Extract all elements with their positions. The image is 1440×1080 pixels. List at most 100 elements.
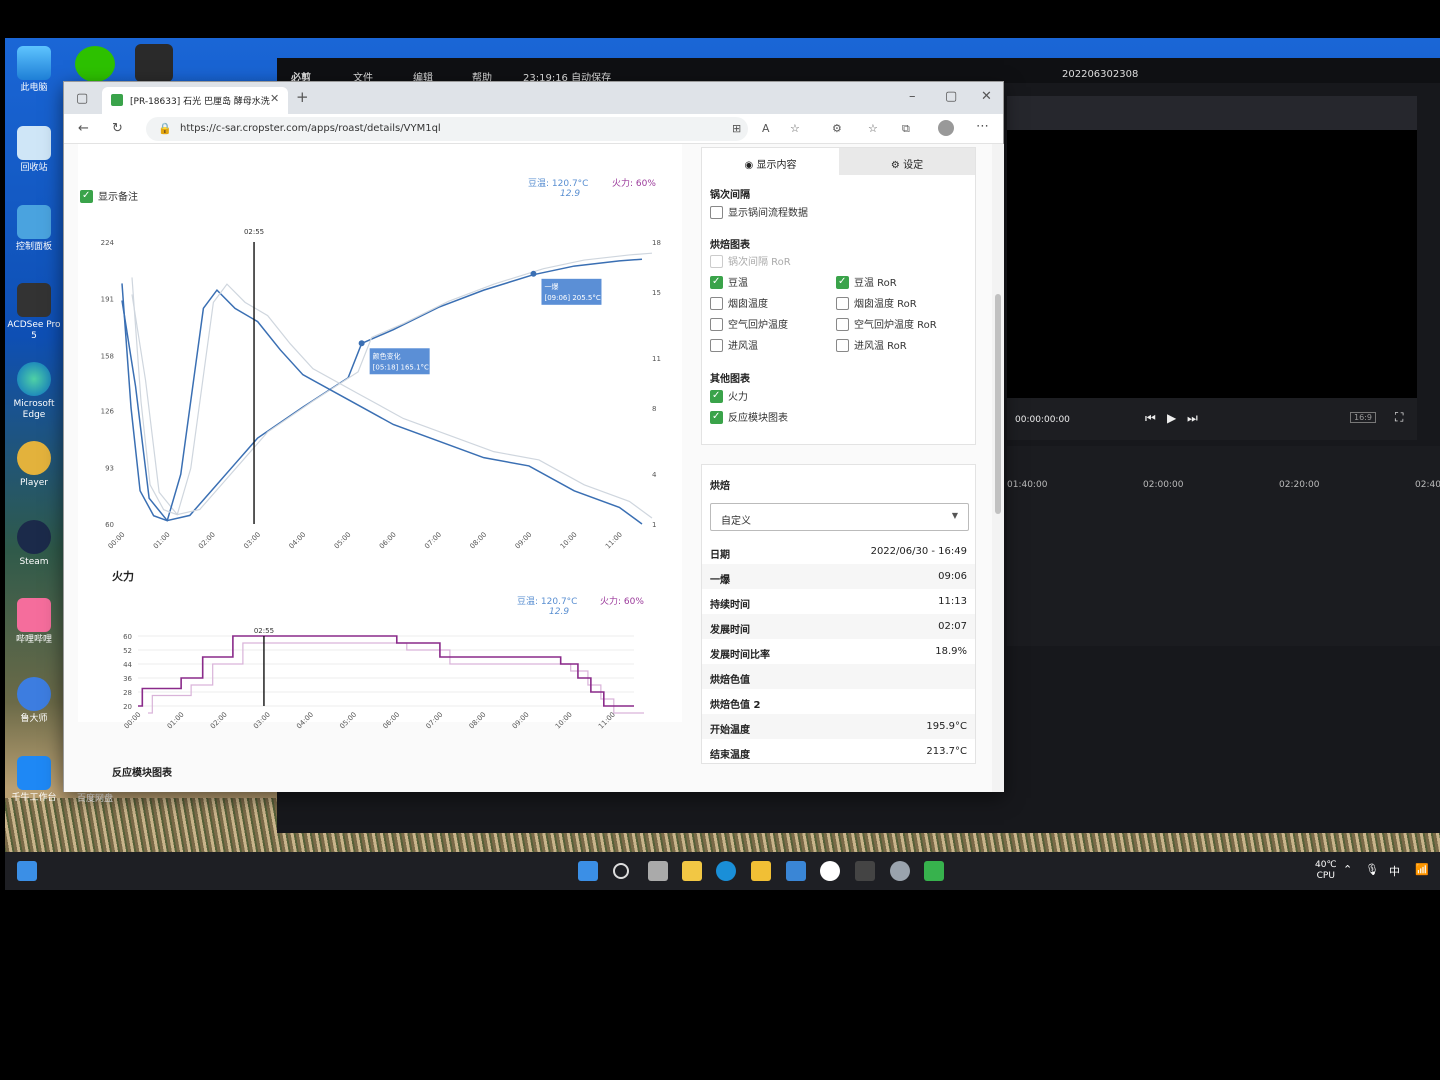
- checkbox[interactable]: [710, 318, 723, 331]
- scrollbar-thumb[interactable]: [995, 294, 1001, 514]
- favorites-icon[interactable]: ☆: [868, 122, 878, 136]
- profile-select[interactable]: 自定义 ▼: [710, 503, 969, 531]
- desktop-icon-steam[interactable]: Steam: [5, 520, 63, 568]
- fire-checkbox[interactable]: 火力: [710, 388, 748, 403]
- desktop-icon-baidu-label[interactable]: 百度网盘: [65, 794, 125, 805]
- chevron-up-icon[interactable]: ⌃: [1343, 863, 1352, 876]
- microphone-icon[interactable]: 🎙: [1365, 863, 1379, 876]
- roast-option-checkbox[interactable]: 进风温 RoR: [836, 337, 907, 352]
- desktop-icon-control-panel[interactable]: 控制面板: [5, 205, 63, 253]
- roast-option-checkbox[interactable]: 烟囱温度 RoR: [836, 295, 917, 310]
- read-aloud-icon[interactable]: A: [762, 122, 770, 136]
- batch-show-checkbox[interactable]: 显示锅间流程数据: [710, 204, 808, 219]
- desktop-icon-bilibili[interactable]: 哔哩哔哩: [5, 598, 63, 646]
- prev-frame-icon[interactable]: ⏮: [1145, 411, 1156, 426]
- profile-avatar[interactable]: [938, 120, 954, 136]
- x-tick-label: 03:00: [252, 711, 272, 731]
- y2-tick-label: 1: [652, 521, 656, 529]
- editor-playback-controls: 00:00:00:00 ⏮ ▶ ⏭ 16:9 ⛶: [1007, 398, 1417, 440]
- bijian-app-icon[interactable]: [135, 44, 173, 82]
- search-icon[interactable]: [613, 863, 629, 879]
- close-window-icon[interactable]: ✕: [981, 90, 992, 104]
- new-tab-icon[interactable]: +: [296, 90, 309, 105]
- tab-display[interactable]: ◉ 显示内容: [702, 148, 839, 175]
- more-menu-icon[interactable]: ⋯: [976, 120, 989, 134]
- roast-option-checkbox[interactable]: 空气回炉温度: [710, 316, 788, 331]
- checkbox-checked[interactable]: [710, 276, 723, 289]
- checkbox-checked[interactable]: [836, 276, 849, 289]
- roast-option-checkbox[interactable]: 进风温: [710, 337, 758, 352]
- checkbox[interactable]: [836, 318, 849, 331]
- roast-info-row: 烘焙色值 2: [702, 689, 975, 714]
- cropster-taskbar-icon[interactable]: [924, 861, 944, 881]
- close-tab-icon[interactable]: ✕: [270, 92, 279, 106]
- roast-info-key: 一爆: [710, 575, 730, 586]
- task-view-icon[interactable]: [648, 861, 668, 881]
- roast-info-value: 02:07: [938, 621, 967, 632]
- reaction-checkbox[interactable]: 反应模块图表: [710, 409, 788, 424]
- favorite-add-icon[interactable]: ☆: [790, 122, 800, 136]
- windows-start-icon[interactable]: [17, 861, 37, 881]
- checkbox[interactable]: [710, 297, 723, 310]
- checkbox-label: 空气回炉温度 RoR: [854, 320, 937, 331]
- roast-option-checkbox[interactable]: 豆温: [710, 274, 748, 289]
- checkbox[interactable]: [836, 297, 849, 310]
- url-input[interactable]: 🔒 https://c-sar.cropster.com/apps/roast/…: [146, 117, 748, 141]
- store-icon[interactable]: [682, 861, 702, 881]
- checkbox[interactable]: [710, 339, 723, 352]
- show-notes-checkbox[interactable]: 显示备注: [80, 188, 138, 203]
- desktop-icon-qianniu[interactable]: 千牛工作台: [5, 756, 63, 804]
- roast-curve-chart[interactable]: 224 191 158 126 93 60 18 15 11 8 4 1 00:00 01:00 02:00…: [78, 224, 678, 564]
- annotation-point: [530, 270, 537, 277]
- checkbox[interactable]: [836, 339, 849, 352]
- checkbox-label: 空气回炉温度: [728, 320, 788, 331]
- roast-option-checkbox[interactable]: 空气回炉温度 RoR: [836, 316, 937, 331]
- checkbox-checked[interactable]: [710, 411, 723, 424]
- checkbox[interactable]: [710, 255, 723, 268]
- desktop-icon-this-pc[interactable]: 此电脑: [5, 46, 63, 94]
- settings-gear-icon[interactable]: [890, 861, 910, 881]
- cursor-label: 02:55: [254, 627, 274, 635]
- refresh-icon[interactable]: ↻: [112, 122, 123, 136]
- x-tick-label: 09:00: [514, 531, 534, 551]
- page-scrollbar[interactable]: [992, 144, 1004, 792]
- checkbox-checked[interactable]: [80, 190, 93, 203]
- roast-info-key: 持续时间: [710, 600, 750, 611]
- editor-preview: [1007, 130, 1417, 398]
- collections-icon[interactable]: ⧉: [902, 122, 910, 136]
- music-icon[interactable]: [820, 861, 840, 881]
- play-icon[interactable]: ▶: [1167, 411, 1176, 425]
- app-icon[interactable]: ⊞: [732, 122, 741, 136]
- desktop-icon-edge[interactable]: Microsoft Edge: [5, 362, 63, 421]
- fullscreen-icon[interactable]: ⛶: [1395, 410, 1403, 425]
- wifi-icon[interactable]: 📶: [1415, 863, 1429, 876]
- checkbox-checked[interactable]: [710, 390, 723, 403]
- ror-value: 12.9: [560, 189, 581, 199]
- desktop-icon-acdsee[interactable]: ACDSee Pro 5: [5, 283, 63, 342]
- desktop-icon-player[interactable]: Player: [5, 441, 63, 489]
- extensions-icon[interactable]: ⚙: [832, 122, 842, 136]
- fire-label: 火力:: [600, 597, 622, 607]
- folder-icon[interactable]: [751, 861, 771, 881]
- fire-chart[interactable]: 60 52 44 36 28 2000:00 01:00 02:00 03:00 04:00 05:…: [78, 624, 678, 754]
- minimize-icon[interactable]: –: [909, 90, 916, 104]
- roast-option-checkbox[interactable]: 烟囱温度: [710, 295, 768, 310]
- back-icon[interactable]: ←: [78, 122, 89, 136]
- lock-icon[interactable]: 🔒: [158, 122, 172, 136]
- maximize-icon[interactable]: ▢: [945, 90, 957, 104]
- roast-option-checkbox[interactable]: 豆温 RoR: [836, 274, 897, 289]
- edge-taskbar-icon[interactable]: [716, 861, 736, 881]
- wechat-icon[interactable]: [75, 46, 115, 82]
- browser-tab[interactable]: [PR-18633] 石光 巴厘岛 酵母水洗: [102, 87, 288, 114]
- bijian-taskbar-icon[interactable]: [855, 861, 875, 881]
- ime-indicator[interactable]: 中: [1389, 863, 1400, 879]
- desktop-icon-ludashi[interactable]: 鲁大师: [5, 677, 63, 725]
- checkbox[interactable]: [710, 206, 723, 219]
- tab-actions-icon[interactable]: ▢: [76, 92, 88, 106]
- aspect-ratio-button[interactable]: 16:9: [1350, 412, 1376, 423]
- desktop-icon-recycle-bin[interactable]: 回收站: [5, 126, 63, 174]
- mail-icon[interactable]: [786, 861, 806, 881]
- windows-logo-icon[interactable]: [578, 861, 598, 881]
- tab-settings[interactable]: ⚙ 设定: [839, 148, 975, 175]
- next-frame-icon[interactable]: ⏭: [1187, 411, 1198, 426]
